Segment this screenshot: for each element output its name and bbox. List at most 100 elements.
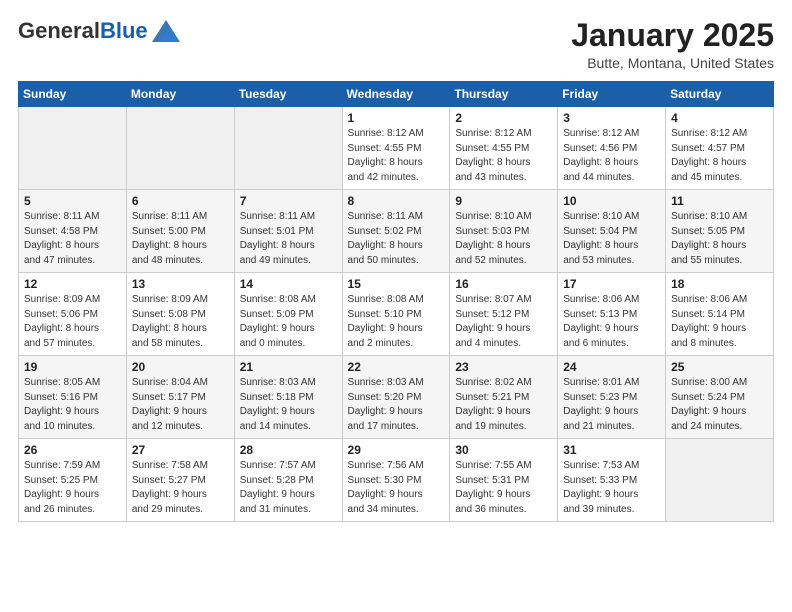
calendar-cell: 16Sunrise: 8:07 AMSunset: 5:12 PMDayligh… [450,273,558,356]
calendar-week-row: 1 Sunrise: 8:12 AMSunset: 4:55 PMDaylight… [19,107,774,190]
day-info: Sunrise: 8:07 AMSunset: 5:12 PMDaylight:… [455,293,552,351]
calendar-cell: 26 Sunrise: 7:59 AMSunset: 5:25 PMDayligh… [19,439,127,522]
day-info: Sunrise: 8:02 AMSunset: 5:21 PMDaylight:… [455,376,552,434]
calendar-cell: 2 Sunrise: 8:12 AMSunset: 4:55 PMDaylight… [450,107,558,190]
logo-general: GeneralBlue [18,18,148,44]
day-info: Sunrise: 8:05 AMSunset: 5:16 PMDaylight:… [24,376,121,434]
day-info: Sunrise: 8:11 AMSunset: 5:02 PMDaylight:… [348,210,445,268]
header: GeneralBlue January 2025 Butte, Montana,… [18,18,774,71]
day-info: Sunrise: 8:00 AMSunset: 5:24 PMDaylight:… [671,376,768,434]
day-info: Sunrise: 8:06 AMSunset: 5:13 PMDaylight:… [563,293,660,351]
calendar-header-friday: Friday [558,82,666,107]
day-info: Sunrise: 8:12 AMSunset: 4:55 PMDaylight:… [348,127,445,185]
day-info: Sunrise: 8:12 AMSunset: 4:55 PMDaylight:… [455,127,552,185]
calendar-cell: 12Sunrise: 8:09 AMSunset: 5:06 PMDayligh… [19,273,127,356]
day-info: Sunrise: 8:09 AMSunset: 5:06 PMDaylight:… [24,293,121,351]
calendar-cell: 4Sunrise: 8:12 AMSunset: 4:57 PMDaylight… [666,107,774,190]
calendar-cell: 8 Sunrise: 8:11 AMSunset: 5:02 PMDaylight… [342,190,450,273]
day-number: 30 [455,443,552,457]
day-info: Sunrise: 8:11 AMSunset: 4:58 PMDaylight:… [24,210,121,268]
day-number: 23 [455,360,552,374]
day-number: 3 [563,111,660,125]
calendar-header-sunday: Sunday [19,82,127,107]
day-number: 5 [24,194,121,208]
day-number: 9 [455,194,552,208]
calendar-cell: 27Sunrise: 7:58 AMSunset: 5:27 PMDayligh… [126,439,234,522]
calendar-cell: 30Sunrise: 7:55 AMSunset: 5:31 PMDayligh… [450,439,558,522]
day-info: Sunrise: 8:10 AMSunset: 5:03 PMDaylight:… [455,210,552,268]
calendar-cell: 9 Sunrise: 8:10 AMSunset: 5:03 PMDaylight… [450,190,558,273]
logo-icon [152,20,180,42]
calendar-cell: 21 Sunrise: 8:03 AMSunset: 5:18 PMDayligh… [234,356,342,439]
calendar-cell: 3 Sunrise: 8:12 AMSunset: 4:56 PMDaylight… [558,107,666,190]
day-number: 15 [348,277,445,291]
calendar-cell: 20 Sunrise: 8:04 AMSunset: 5:17 PMDayligh… [126,356,234,439]
title-block: January 2025 Butte, Montana, United Stat… [571,18,774,71]
calendar-cell: 1 Sunrise: 8:12 AMSunset: 4:55 PMDaylight… [342,107,450,190]
day-info: Sunrise: 8:09 AMSunset: 5:08 PMDaylight:… [132,293,229,351]
day-info: Sunrise: 7:57 AMSunset: 5:28 PMDaylight:… [240,459,337,517]
day-info: Sunrise: 8:03 AMSunset: 5:18 PMDaylight:… [240,376,337,434]
calendar-header-thursday: Thursday [450,82,558,107]
calendar-week-row: 19Sunrise: 8:05 AMSunset: 5:16 PMDayligh… [19,356,774,439]
calendar-cell: 13 Sunrise: 8:09 AMSunset: 5:08 PMDayligh… [126,273,234,356]
day-info: Sunrise: 8:08 AMSunset: 5:09 PMDaylight:… [240,293,337,351]
calendar-week-row: 12Sunrise: 8:09 AMSunset: 5:06 PMDayligh… [19,273,774,356]
day-info: Sunrise: 8:12 AMSunset: 4:57 PMDaylight:… [671,127,768,185]
calendar-header-monday: Monday [126,82,234,107]
page: GeneralBlue January 2025 Butte, Montana,… [0,0,792,532]
day-number: 10 [563,194,660,208]
calendar-cell: 7Sunrise: 8:11 AMSunset: 5:01 PMDaylight… [234,190,342,273]
day-number: 17 [563,277,660,291]
calendar-week-row: 5 Sunrise: 8:11 AMSunset: 4:58 PMDaylight… [19,190,774,273]
calendar-cell: 23 Sunrise: 8:02 AMSunset: 5:21 PMDayligh… [450,356,558,439]
day-number: 31 [563,443,660,457]
calendar-cell: 24Sunrise: 8:01 AMSunset: 5:23 PMDayligh… [558,356,666,439]
calendar-cell [126,107,234,190]
day-info: Sunrise: 8:08 AMSunset: 5:10 PMDaylight:… [348,293,445,351]
calendar-cell: 5 Sunrise: 8:11 AMSunset: 4:58 PMDaylight… [19,190,127,273]
calendar-header-saturday: Saturday [666,82,774,107]
logo: GeneralBlue [18,18,180,44]
calendar-cell: 10 Sunrise: 8:10 AMSunset: 5:04 PMDayligh… [558,190,666,273]
day-info: Sunrise: 7:53 AMSunset: 5:33 PMDaylight:… [563,459,660,517]
day-number: 6 [132,194,229,208]
day-number: 1 [348,111,445,125]
day-number: 20 [132,360,229,374]
day-number: 7 [240,194,337,208]
day-number: 26 [24,443,121,457]
day-number: 21 [240,360,337,374]
day-info: Sunrise: 7:58 AMSunset: 5:27 PMDaylight:… [132,459,229,517]
calendar-cell [19,107,127,190]
calendar-cell: 22 Sunrise: 8:03 AMSunset: 5:20 PMDayligh… [342,356,450,439]
day-info: Sunrise: 8:03 AMSunset: 5:20 PMDaylight:… [348,376,445,434]
calendar-cell [234,107,342,190]
day-number: 2 [455,111,552,125]
day-info: Sunrise: 7:59 AMSunset: 5:25 PMDaylight:… [24,459,121,517]
day-number: 22 [348,360,445,374]
day-number: 11 [671,194,768,208]
day-number: 13 [132,277,229,291]
calendar-cell: 29 Sunrise: 7:56 AMSunset: 5:30 PMDayligh… [342,439,450,522]
calendar-header-tuesday: Tuesday [234,82,342,107]
day-info: Sunrise: 8:12 AMSunset: 4:56 PMDaylight:… [563,127,660,185]
day-info: Sunrise: 8:10 AMSunset: 5:04 PMDaylight:… [563,210,660,268]
day-info: Sunrise: 8:06 AMSunset: 5:14 PMDaylight:… [671,293,768,351]
day-number: 8 [348,194,445,208]
location-title: Butte, Montana, United States [571,55,774,71]
day-number: 18 [671,277,768,291]
calendar-cell: 25 Sunrise: 8:00 AMSunset: 5:24 PMDayligh… [666,356,774,439]
day-info: Sunrise: 8:11 AMSunset: 5:00 PMDaylight:… [132,210,229,268]
day-info: Sunrise: 8:04 AMSunset: 5:17 PMDaylight:… [132,376,229,434]
calendar-cell: 15 Sunrise: 8:08 AMSunset: 5:10 PMDayligh… [342,273,450,356]
calendar-cell: 28Sunrise: 7:57 AMSunset: 5:28 PMDayligh… [234,439,342,522]
calendar-cell [666,439,774,522]
calendar-cell: 31 Sunrise: 7:53 AMSunset: 5:33 PMDayligh… [558,439,666,522]
day-number: 29 [348,443,445,457]
calendar: SundayMondayTuesdayWednesdayThursdayFrid… [18,81,774,522]
calendar-cell: 14Sunrise: 8:08 AMSunset: 5:09 PMDayligh… [234,273,342,356]
day-info: Sunrise: 7:56 AMSunset: 5:30 PMDaylight:… [348,459,445,517]
calendar-cell: 19Sunrise: 8:05 AMSunset: 5:16 PMDayligh… [19,356,127,439]
day-number: 25 [671,360,768,374]
calendar-cell: 18 Sunrise: 8:06 AMSunset: 5:14 PMDayligh… [666,273,774,356]
